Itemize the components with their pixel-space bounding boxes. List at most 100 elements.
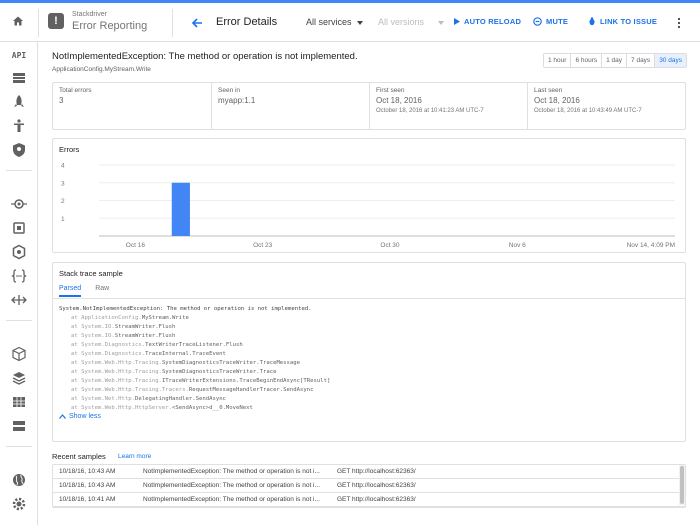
stat-value: myapp:1.1 — [218, 96, 256, 105]
chevron-down-icon — [356, 20, 363, 25]
frame-namespace: at System.Diagnostics. — [71, 351, 146, 357]
gear-icon[interactable] — [11, 496, 27, 512]
frame-method: MyStream.Write — [141, 315, 189, 321]
stat-detail: October 18, 2016 at 10:43:49 AM UTC-7 — [534, 108, 642, 114]
stack-frame: at ApplicationConfig.MyStream.Write — [59, 314, 330, 323]
more-vert-icon[interactable] — [676, 16, 682, 30]
stack-trace-card: Stack trace sample Parsed Raw System.Not… — [52, 262, 686, 442]
sample-time: 10/18/16, 10:43 AM — [59, 468, 116, 475]
stat-label: Total errors — [59, 87, 92, 94]
tab-parsed[interactable]: Parsed — [59, 285, 82, 297]
frame-method: StreamWriter.Flush — [114, 324, 176, 330]
auto-reload-button[interactable]: AUTO RELOAD — [454, 17, 521, 26]
cube-icon[interactable] — [11, 346, 27, 362]
sample-request: GET http://localhost:62363/ — [337, 496, 416, 503]
mute-label: MUTE — [546, 17, 569, 26]
arrows-icon[interactable] — [11, 292, 27, 308]
frame-method: StreamWriter.Flush — [114, 333, 176, 339]
world-icon[interactable] — [11, 472, 27, 488]
frame-namespace: at System.IO. — [71, 324, 115, 330]
stack-frame: at System.IO.StreamWriter.Flush — [59, 323, 330, 332]
stat-label: First seen — [376, 87, 405, 94]
y-tick-label: 1 — [61, 216, 65, 223]
tabs-divider — [53, 298, 685, 299]
x-tick-label: Oct 16 — [126, 242, 146, 249]
mute-button[interactable]: MUTE — [533, 17, 568, 26]
product-family: Stackdriver — [72, 11, 108, 18]
storage-icon[interactable] — [11, 70, 27, 86]
frame-method: SystemDiagnosticsTraceWriter.TraceMessag… — [161, 360, 301, 366]
table-row[interactable]: 10/18/16, 10:43 AM NotImplementedExcepti… — [53, 479, 685, 493]
frame-namespace: at System.Diagnostics. — [71, 342, 146, 348]
stack-frame: at System.Web.Http.Tracing.Tracers.Reque… — [59, 386, 330, 395]
layers-icon[interactable] — [11, 370, 27, 386]
trace-icon[interactable] — [11, 196, 27, 212]
sample-message: NotImplementedException: The method or o… — [143, 482, 320, 489]
home-icon[interactable] — [11, 14, 25, 28]
samples-scrollbar[interactable] — [679, 465, 685, 505]
x-tick-label: Nov 6 — [509, 242, 526, 249]
rocket-icon[interactable] — [11, 94, 27, 110]
sidebar-divider — [6, 446, 32, 447]
frame-method: RequestMessageHandlerTracer.SendAsync — [188, 387, 314, 393]
stack-trace-body: System.NotImplementedException: The meth… — [59, 305, 330, 413]
range-30-days[interactable]: 30 days — [655, 54, 686, 67]
frame-namespace: at System.Web.Http.HttpServer. — [71, 405, 173, 411]
link-to-issue-button[interactable]: LINK TO ISSUE — [588, 17, 657, 26]
accessibility-icon[interactable] — [11, 118, 27, 134]
frame-namespace: at ApplicationConfig. — [71, 315, 142, 321]
left-nav: API — [0, 42, 38, 525]
mute-icon — [533, 17, 542, 26]
stat-total-errors: Total errors 3 — [53, 83, 211, 129]
table-icon[interactable] — [11, 394, 27, 410]
stat-value: Oct 18, 2016 — [534, 96, 580, 105]
api-icon[interactable]: API — [11, 48, 27, 64]
frame-method: DelegatingHandler.SendAsync — [135, 396, 226, 402]
security-icon[interactable] — [11, 142, 27, 158]
x-tick-label: Oct 30 — [380, 242, 400, 249]
frame-namespace: at System.Web.Http.Tracing. — [71, 360, 162, 366]
stack-frame: at System.IO.StreamWriter.Flush — [59, 332, 330, 341]
range-1-hour[interactable]: 1 hour — [544, 54, 572, 67]
error-reporting-logo: ! — [48, 13, 64, 29]
play-icon — [454, 18, 460, 25]
table-row[interactable]: 10/18/16, 10:43 AM NotImplementedExcepti… — [53, 465, 685, 479]
stack-trace-title: Stack trace sample — [59, 269, 123, 278]
hexagon-icon[interactable] — [11, 244, 27, 260]
learn-more-link[interactable]: Learn more — [118, 453, 151, 460]
chevron-down-icon — [438, 20, 445, 25]
sample-message: NotImplementedException: The method or o… — [143, 496, 320, 503]
sidebar-divider — [6, 170, 32, 171]
services-dropdown-label: All services — [306, 17, 352, 27]
sample-request: GET http://localhost:62363/ — [337, 468, 416, 475]
stack-frame: at System.Diagnostics.TraceInternal.Trac… — [59, 350, 330, 359]
code-brackets-icon[interactable] — [11, 268, 27, 284]
tab-raw[interactable]: Raw — [95, 285, 109, 297]
sample-message: NotImplementedException: The method or o… — [143, 468, 320, 475]
chevron-up-icon — [59, 414, 66, 419]
y-tick-label: 2 — [61, 198, 65, 205]
top-bar: ! Stackdriver Error Reporting Error Deta… — [0, 0, 700, 42]
x-tick-label: Nov 14, 4:09 PM — [627, 242, 675, 249]
auto-reload-label: AUTO RELOAD — [464, 17, 522, 26]
show-less-label: Show less — [69, 413, 101, 420]
versions-dropdown: All versions — [378, 17, 445, 27]
range-7-days[interactable]: 7 days — [627, 54, 656, 67]
back-arrow-icon[interactable] — [190, 16, 204, 30]
stat-last-seen: Last seen Oct 18, 2016 October 18, 2016 … — [527, 83, 685, 129]
range-6-hours[interactable]: 6 hours — [571, 54, 603, 67]
frame-method: SystemDiagnosticsTraceWriter.Trace — [161, 369, 277, 375]
stat-seen-in: Seen in myapp:1.1 — [211, 83, 369, 129]
scrollbar-thumb[interactable] — [680, 466, 684, 504]
stack-frame: at System.Web.Http.HttpServer.<SendAsync… — [59, 404, 330, 413]
range-1-day[interactable]: 1 day — [602, 54, 628, 67]
table-row[interactable]: 10/18/16, 10:41 AM NotImplementedExcepti… — [53, 493, 685, 507]
services-dropdown[interactable]: All services — [306, 17, 363, 27]
stack-frame: at System.Web.Http.Tracing.ITraceWriterE… — [59, 377, 330, 386]
list-icon[interactable] — [11, 418, 27, 434]
divider — [172, 9, 173, 37]
errors-chart-card: Errors 1 2 3 4 Oct 16 Oct 23 Oct 30 Nov 6 Nov 14… — [52, 138, 686, 253]
debug-icon[interactable] — [11, 220, 27, 236]
show-less-link[interactable]: Show less — [59, 413, 101, 420]
frame-namespace: at System.Web.Http.Tracing. — [71, 369, 162, 375]
